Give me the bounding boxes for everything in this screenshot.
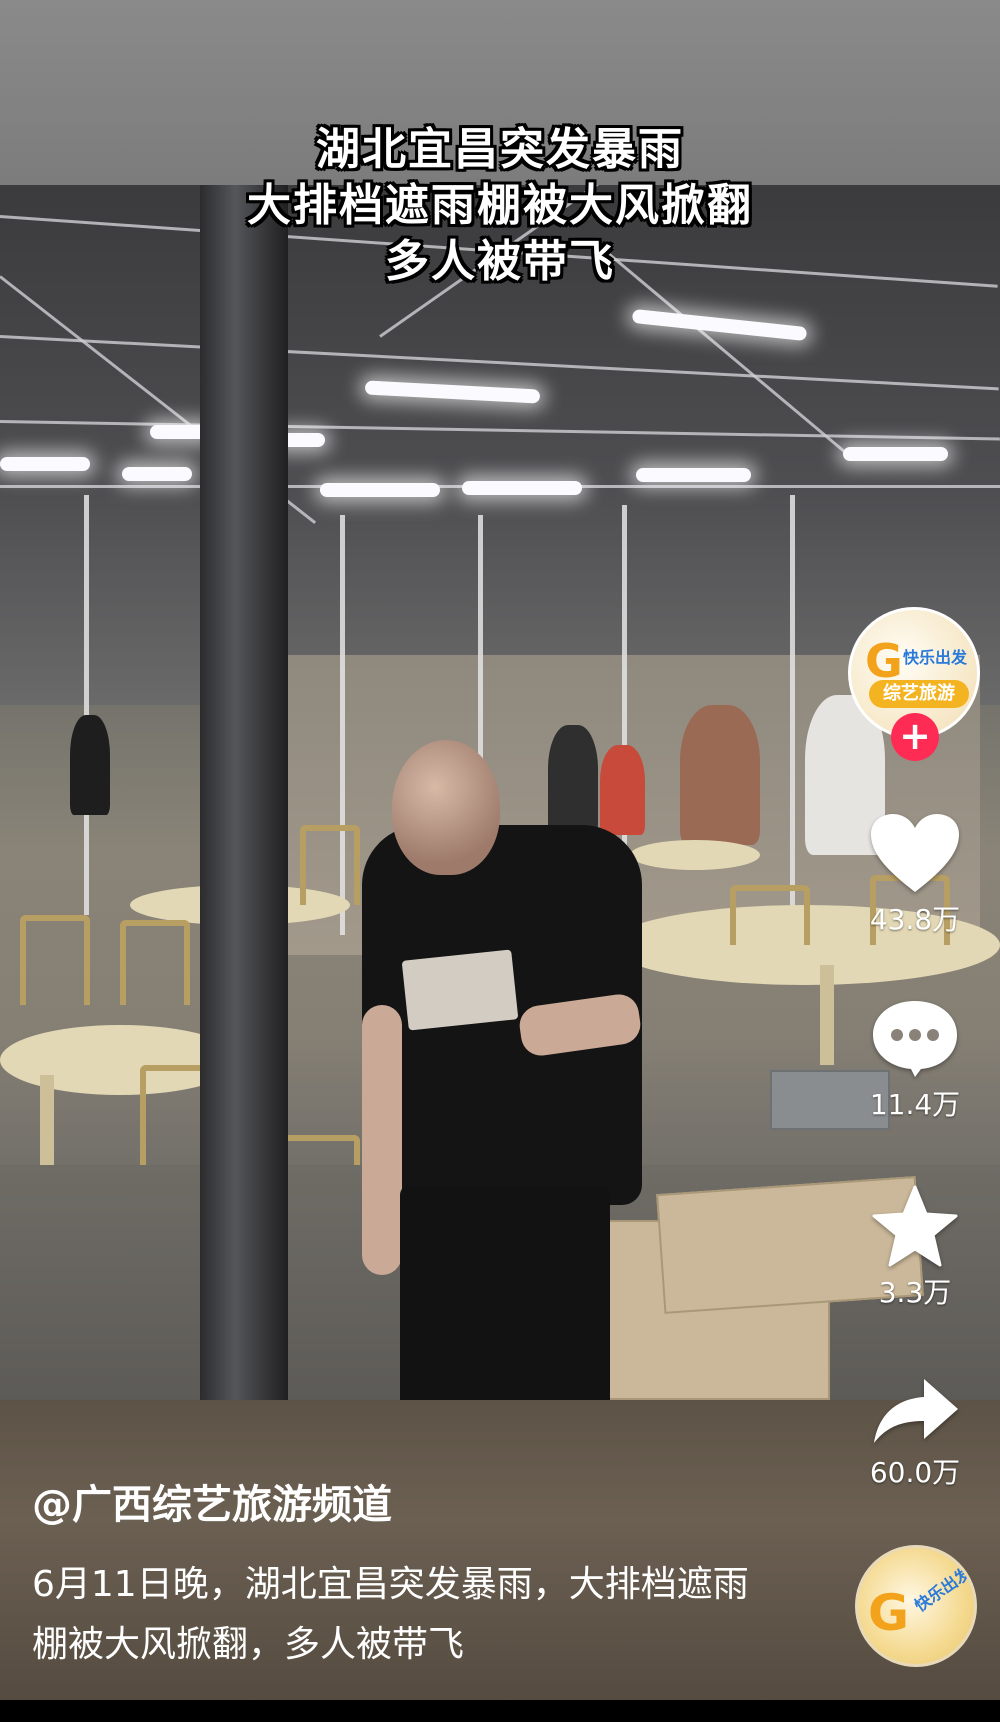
music-disc[interactable]: G 快乐出发 [855, 1545, 977, 1667]
comment-bubble-icon [873, 1001, 957, 1077]
follow-button[interactable]: + [891, 713, 939, 761]
background-person [680, 705, 760, 845]
video-description[interactable]: 6月11日晚，湖北宜昌突发暴雨，大排档遮雨棚被大风掀翻，多人被带飞 [32, 1555, 752, 1675]
ceiling-light [0, 457, 90, 471]
heart-icon [871, 814, 959, 892]
ceiling-light [636, 468, 751, 482]
favorite-button[interactable]: 3.3万 [850, 1185, 980, 1311]
man-head [392, 740, 500, 875]
ceiling-light [843, 447, 948, 461]
share-arrow-icon [874, 1379, 958, 1443]
video-headline: 湖北宜昌突发暴雨 大排档遮雨棚被大风掀翻 多人被带飞 [0, 122, 1000, 290]
ceiling-light [122, 467, 192, 481]
table-leg [820, 965, 834, 1065]
chair [20, 915, 90, 1005]
favorite-count: 3.3万 [878, 1276, 952, 1309]
background-person [600, 745, 645, 835]
video-player[interactable]: 湖北宜昌突发暴雨 大排档遮雨棚被大风掀翻 多人被带飞 @广西综艺旅游频道 6月1… [0, 0, 1000, 1722]
ceiling-light [462, 481, 582, 495]
ceiling-light [320, 483, 440, 497]
comment-button[interactable]: 11.4万 [850, 997, 980, 1123]
headline-line-3: 多人被带飞 [385, 236, 615, 287]
dining-table [630, 840, 760, 870]
like-button[interactable]: 43.8万 [850, 812, 980, 938]
chair [120, 920, 190, 1005]
tent-pole [790, 495, 795, 935]
background-person [70, 715, 110, 815]
headline-line-1: 湖北宜昌突发暴雨 [316, 124, 684, 175]
author-name[interactable]: @广西综艺旅游频道 [32, 1472, 392, 1530]
foreground-pole [200, 185, 288, 1400]
music-disc-text: 快乐出发 [911, 1563, 975, 1616]
chair [730, 885, 810, 945]
comment-count: 11.4万 [869, 1088, 961, 1121]
tent-pole [84, 495, 89, 915]
held-papers [401, 949, 519, 1031]
headline-line-2: 大排档遮雨棚被大风掀翻 [247, 180, 753, 231]
music-disc-logo: G [868, 1584, 910, 1642]
like-count: 43.8万 [869, 903, 961, 936]
background-person [548, 725, 598, 835]
chair [300, 825, 360, 905]
share-button[interactable]: 60.0万 [850, 1375, 980, 1491]
avatar-text-bottom: 综艺旅游 [869, 680, 969, 708]
bottom-edge [0, 1700, 1000, 1722]
man-shorts [400, 1185, 610, 1400]
avatar-text-top: 快乐出发 [903, 648, 968, 667]
share-count: 60.0万 [869, 1456, 961, 1489]
man-arm [362, 1005, 402, 1275]
star-icon [872, 1185, 958, 1267]
